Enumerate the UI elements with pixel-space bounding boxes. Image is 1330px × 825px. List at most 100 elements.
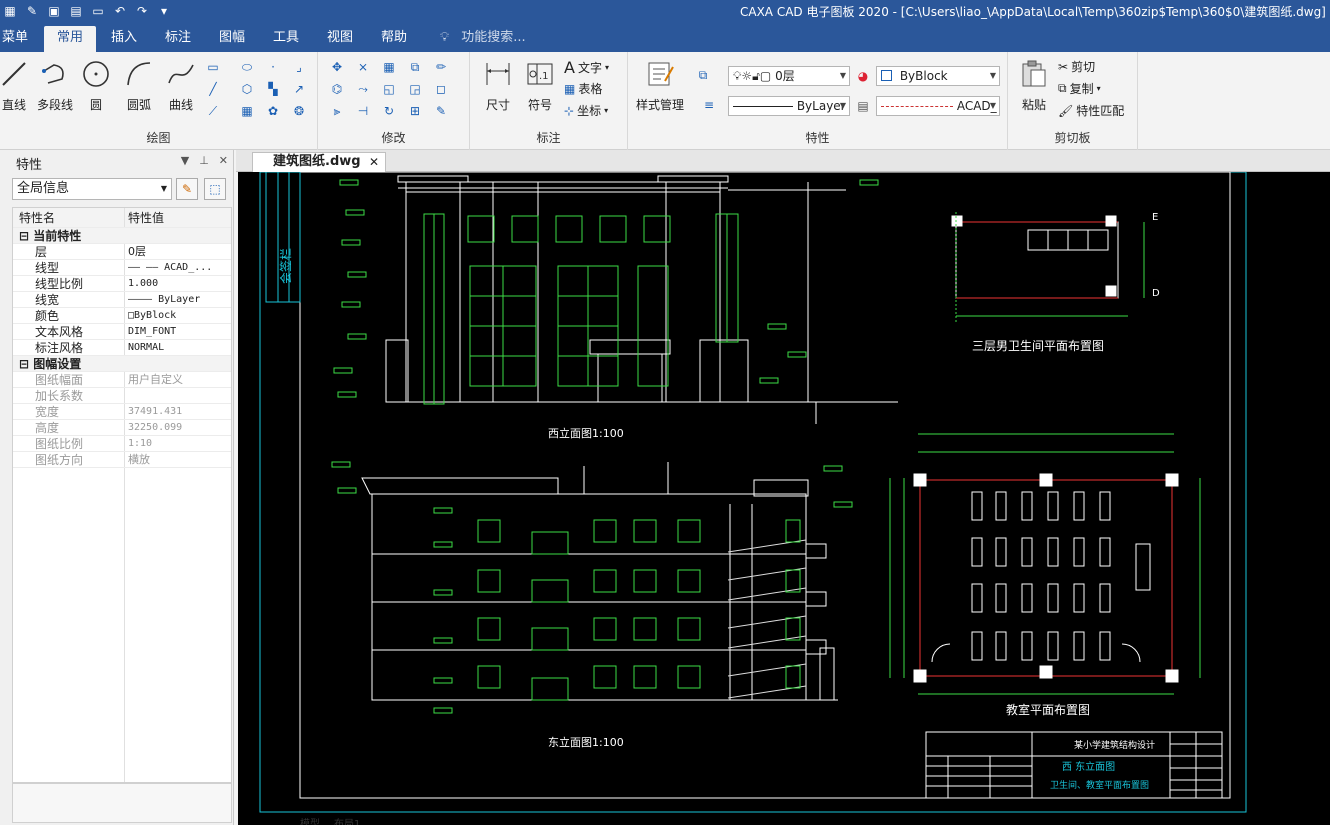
classroom-plan-caption: 教室平面布置图 xyxy=(1006,702,1090,717)
circle-button[interactable]: 圆 xyxy=(74,58,118,113)
drawing-canvas[interactable]: 会签栏 西立面图1:100 东立面图1:100 E D 三层男卫生间平面布置图 … xyxy=(238,172,1330,825)
spline-icon xyxy=(166,58,196,90)
trim-icon[interactable]: ⨯ xyxy=(354,58,372,76)
table-row[interactable]: 线型比例 1.000 xyxy=(13,276,231,292)
polygon-icon[interactable]: ⬡ xyxy=(238,80,256,98)
line-button[interactable]: 直线 xyxy=(0,58,36,113)
save-icon[interactable]: ▣ xyxy=(46,3,62,19)
paste-button[interactable]: 粘贴 xyxy=(1012,58,1056,113)
east-elevation-caption: 东立面图1:100 xyxy=(548,735,624,749)
east-elevation xyxy=(361,462,838,701)
table-row[interactable]: 颜色 □ByBlock xyxy=(13,308,231,324)
qat-more-icon[interactable]: ▾ xyxy=(156,3,172,19)
print-icon[interactable]: ▭ xyxy=(90,3,106,19)
title-block-drawing-1: 西 东立面图 xyxy=(1062,760,1115,773)
color-wheel-icon[interactable]: ◕ xyxy=(854,67,872,85)
annotate-group: 尺寸 .1 符号 A 文字 ▾ ▦ 表格 ⊹ 坐标 ▾ 标注 xyxy=(470,52,628,150)
arc-button[interactable]: 圆弧 xyxy=(117,58,161,113)
feature-search[interactable]: 💡︎ 功能搜索... xyxy=(440,26,526,52)
open-icon[interactable]: ✎ xyxy=(24,3,40,19)
section-current[interactable]: ⊟ 当前特性 xyxy=(13,228,231,244)
close-icon[interactable]: ✕ xyxy=(219,154,228,167)
close-tab-icon[interactable]: ✕ xyxy=(369,153,379,171)
ribbon-tabs: 菜单 常用 插入 标注 图幅 工具 视图 帮助 💡︎ 功能搜索... xyxy=(0,22,1330,52)
gear-shape-icon[interactable]: ✿ xyxy=(264,102,282,120)
panel-dropdown-icon[interactable]: ▼ xyxy=(181,154,189,167)
tab-annotate[interactable]: 标注 xyxy=(158,26,198,52)
undo-icon[interactable]: ↶ xyxy=(112,3,128,19)
slash-line-icon[interactable]: ╱ xyxy=(204,80,222,98)
coordinate-button[interactable]: ⊹ 坐标 ▾ xyxy=(564,102,608,119)
table-row[interactable]: 线型 —— —— ACAD_... xyxy=(13,260,231,276)
center-mark-icon[interactable]: ▦ xyxy=(238,102,256,120)
quick-select-button[interactable]: ✎ xyxy=(176,178,198,200)
move-icon[interactable]: ✥ xyxy=(328,58,346,76)
scope-select[interactable]: 全局信息 ▼ xyxy=(12,178,172,200)
stretch-icon[interactable]: ⧉ xyxy=(406,58,424,76)
tab-model[interactable]: 模型 xyxy=(300,815,320,825)
cut-button[interactable]: ✂ 剪切 xyxy=(1058,58,1095,75)
brush-icon[interactable]: ✏ xyxy=(432,58,450,76)
table-row[interactable]: 层 0层 xyxy=(13,244,231,260)
lineweight-icon[interactable]: ▤ xyxy=(854,97,872,115)
scale-icon[interactable]: ◲ xyxy=(406,80,424,98)
tab-tools[interactable]: 工具 xyxy=(266,26,306,52)
toilet-plan xyxy=(951,212,1145,322)
array-icon[interactable]: ▦ xyxy=(380,58,398,76)
copy-icon: ⧉ xyxy=(1058,81,1067,95)
extend-icon[interactable]: ⤳ xyxy=(354,80,372,98)
explode-icon[interactable]: ⊞ xyxy=(406,102,424,120)
section-sheet[interactable]: ⊟ 图幅设置 xyxy=(13,356,231,372)
linetype-combo[interactable]: ACAD_ ▼ xyxy=(876,96,1000,116)
break-icon[interactable]: ⊣ xyxy=(354,102,372,120)
cloud-icon[interactable]: ❂ xyxy=(290,102,308,120)
app-icon[interactable]: ▦ xyxy=(2,3,18,19)
offset-icon[interactable]: ◱ xyxy=(380,80,398,98)
leader-icon[interactable]: ↗ xyxy=(290,80,308,98)
scissors-icon: ✂ xyxy=(1058,59,1069,74)
select-objects-button[interactable]: ⬚ xyxy=(204,178,226,200)
save-as-icon[interactable]: ▤ xyxy=(68,3,84,19)
rectangle-icon[interactable]: ▭ xyxy=(204,58,222,76)
redo-icon[interactable]: ↷ xyxy=(134,3,150,19)
color-combo[interactable]: ByBlock ▼ xyxy=(876,66,1000,86)
layer-manager-icon[interactable]: ⧉ xyxy=(694,66,712,84)
document-tab[interactable]: 建筑图纸.dwg ✕ xyxy=(252,152,386,172)
construction-line-icon[interactable]: ⟋ xyxy=(204,102,222,120)
tab-sheet[interactable]: 图幅 xyxy=(212,26,252,52)
toilet-plan-caption: 三层男卫生间平面布置图 xyxy=(972,339,1104,353)
tab-menu[interactable]: 菜单 xyxy=(0,26,30,52)
spline-button[interactable]: 曲线 xyxy=(159,58,203,113)
linetype-icon[interactable]: ≡ xyxy=(700,96,718,114)
fillet-icon[interactable]: ◻ xyxy=(432,80,450,98)
table-row[interactable]: 线宽 ———— ByLayer xyxy=(13,292,231,308)
tab-home[interactable]: 常用 xyxy=(44,26,96,52)
symbol-button[interactable]: .1 符号 xyxy=(518,58,562,113)
hatch-icon[interactable]: ⌟ xyxy=(290,58,308,76)
title-bar: ▦ ✎ ▣ ▤ ▭ ↶ ↷ ▾ CAXA CAD 电子图板 2020 - [C:… xyxy=(0,0,1330,22)
tab-view[interactable]: 视图 xyxy=(320,26,360,52)
layer-combo[interactable]: 💡︎☼🔓︎▢ 0层 ▼ xyxy=(728,66,850,86)
text-button[interactable]: A 文字 ▾ xyxy=(564,58,609,77)
tab-layout1[interactable]: 布局1 xyxy=(334,815,360,825)
point-icon[interactable]: · xyxy=(264,58,282,76)
polyline-button[interactable]: 多段线 xyxy=(33,58,77,113)
copy-button[interactable]: ⧉ 复制 ▾ xyxy=(1058,80,1101,97)
annotate-group-label: 标注 xyxy=(536,131,561,145)
style-manager-button[interactable]: 样式管理 xyxy=(632,58,688,113)
rotate-icon[interactable]: ↻ xyxy=(380,102,398,120)
pin-icon[interactable]: ⊥ xyxy=(199,154,209,167)
copy-transform-icon[interactable]: ⌬ xyxy=(328,80,346,98)
tab-insert[interactable]: 插入 xyxy=(104,26,144,52)
block-icon[interactable]: ▚ xyxy=(264,80,282,98)
table-row[interactable]: 文本风格 DIM_FONT xyxy=(13,324,231,340)
mirror-icon[interactable]: ⫸ xyxy=(328,102,346,120)
match-properties-button[interactable]: 🖌︎ 特性匹配 xyxy=(1058,102,1124,119)
dimension-button[interactable]: 尺寸 xyxy=(476,58,520,113)
ellipse-icon[interactable]: ⬭ xyxy=(238,58,256,76)
tab-help[interactable]: 帮助 xyxy=(374,26,414,52)
table-row[interactable]: 标注风格 NORMAL xyxy=(13,340,231,356)
edit-icon[interactable]: ✎ xyxy=(432,102,450,120)
linewidth-combo[interactable]: ByLayer ▼ xyxy=(728,96,850,116)
table-button[interactable]: ▦ 表格 xyxy=(564,80,602,97)
